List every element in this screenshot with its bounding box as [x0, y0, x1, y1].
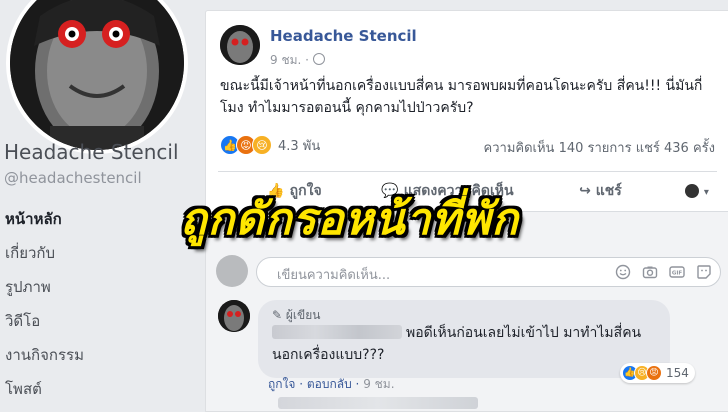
post-reactions[interactable]: 👍 😡 😢 4.3 พัน	[220, 135, 320, 155]
post-author-avatar[interactable]	[220, 25, 260, 65]
comment-reply-link[interactable]: ตอบกลับ	[307, 377, 352, 391]
page-sidebar: Headache Stencil @headachestencil หน้าหล…	[0, 0, 196, 410]
globe-icon	[312, 53, 325, 65]
nav-item-about[interactable]: เกี่ยวกับ	[0, 236, 196, 270]
blurred-reply	[278, 397, 478, 409]
camera-icon[interactable]	[642, 264, 658, 280]
chevron-down-icon: ▾	[703, 187, 709, 198]
nav-item-photos[interactable]: รูปภาพ	[0, 270, 196, 304]
divider	[218, 171, 717, 172]
post-timestamp[interactable]: 9 ชม. ·	[270, 51, 325, 70]
sticker-icon[interactable]	[696, 264, 712, 280]
share-label: แชร์	[595, 183, 622, 199]
page-profile-picture[interactable]	[6, 0, 188, 154]
comment-reactions[interactable]: 👍 😢 😡 154	[620, 363, 695, 383]
comment-like-link[interactable]: ถูกใจ	[268, 377, 295, 391]
comment-text-line2: นอกเครื่องแบบ???	[272, 347, 385, 363]
nav-item-events[interactable]: งานกิจกรรม	[0, 338, 196, 372]
post-time-text[interactable]: 9 ชม. ·	[270, 53, 309, 67]
post-body-text: ขณะนี้มีเจ้าหน้าที่นอกเครื่องแบบสี่คน มา…	[220, 78, 703, 116]
comment-share-counts[interactable]: ความคิดเห็น 140 รายการ แชร์ 436 ครั้ง	[484, 137, 715, 158]
news-headline-overlay: ถูกดักรอหน้าที่พัก	[180, 194, 519, 245]
svg-text:GIF: GIF	[672, 271, 683, 277]
sad-reaction-icon: 😢	[252, 135, 272, 155]
viewer-avatar	[216, 255, 248, 287]
emoji-icon[interactable]	[615, 264, 631, 280]
comment-bubble: ✎ ผู้เขียน พอดีเห็นก่อนเลยไม่เข้าไป มาทำ…	[258, 300, 670, 378]
page-handle[interactable]: @headachestencil	[4, 169, 142, 187]
audience-selector[interactable]: ▾	[677, 183, 717, 199]
author-badge-label: ผู้เขียน	[285, 308, 321, 322]
nav-item-posts[interactable]: โพสต์	[0, 372, 196, 406]
comment-input-icons: GIF	[615, 264, 712, 280]
comment-placeholder: เขียนความคิดเห็น...	[277, 268, 391, 283]
page-nav: หน้าหลัก เกี่ยวกับ รูปภาพ วิดีโอ งานกิจก…	[0, 202, 196, 406]
nav-item-home[interactable]: หน้าหลัก	[0, 202, 196, 236]
comment-text: พอดีเห็นก่อนเลยไม่เข้าไป มาทำไมสี่คน	[406, 325, 642, 341]
gif-icon[interactable]: GIF	[669, 264, 685, 280]
page-name[interactable]: Headache Stencil	[4, 140, 179, 164]
comment-time[interactable]: 9 ชม.	[363, 377, 394, 391]
share-arrow-icon: ↪	[579, 183, 596, 199]
comment-input[interactable]: เขียนความคิดเห็น... GIF	[256, 257, 721, 287]
angry-reaction-icon: 😡	[646, 365, 662, 381]
reaction-count[interactable]: 4.3 พัน	[278, 135, 320, 156]
comment-meta: ถูกใจ · ตอบกลับ · 9 ชม.	[268, 377, 395, 391]
nav-item-videos[interactable]: วิดีโอ	[0, 304, 196, 338]
post-author-name[interactable]: Headache Stencil	[270, 27, 417, 45]
blurred-commenter-name	[272, 325, 402, 339]
comment-reaction-count: 154	[666, 366, 689, 380]
profile-avatar-small	[685, 184, 700, 198]
share-button[interactable]: ↪ แชร์	[524, 180, 677, 202]
author-badge: ✎ ผู้เขียน	[272, 308, 321, 322]
comment-author-avatar[interactable]	[218, 300, 250, 332]
